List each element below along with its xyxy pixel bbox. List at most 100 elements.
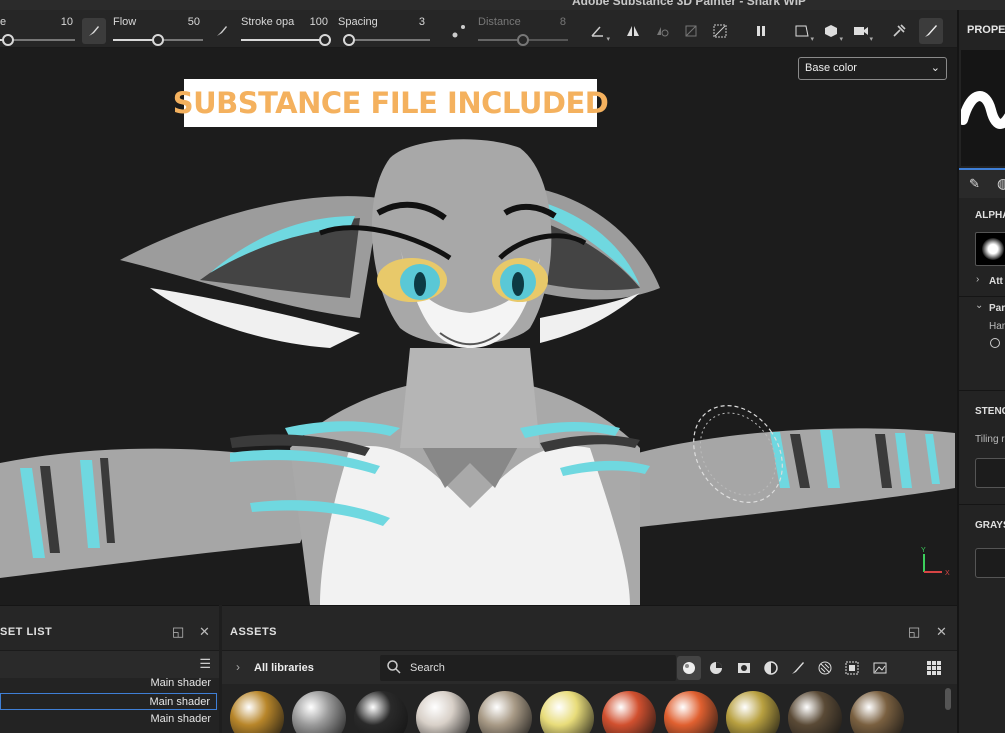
symmetry-settings-icon: [657, 27, 669, 37]
filter-masks-button[interactable]: [759, 656, 783, 680]
size-value[interactable]: 10: [43, 16, 73, 28]
texture-set-list-title: SET LIST: [0, 626, 53, 638]
3d-viewport[interactable]: SUBSTANCE FILE INCLUDED Base color ⌄ Y X: [0, 48, 957, 605]
red-rubber-material[interactable]: [602, 691, 656, 733]
assets-scrollbar[interactable]: [945, 688, 951, 710]
stroke-opacity-value[interactable]: 100: [298, 16, 328, 28]
flow-value[interactable]: 50: [170, 16, 200, 28]
assets-toolbar: › All libraries Search: [222, 650, 957, 684]
spacing-value[interactable]: 3: [395, 16, 425, 28]
texture-set-row[interactable]: Main shader: [0, 675, 217, 692]
material-tab-icon[interactable]: ◍: [997, 175, 1005, 192]
divider: [959, 296, 1005, 297]
stroke-opacity-pressure-button[interactable]: [210, 18, 234, 44]
filter-grunges-button[interactable]: [840, 656, 864, 680]
size-slider-knob[interactable]: [1, 34, 14, 46]
leaf-material[interactable]: [416, 691, 470, 733]
banner-text: SUBSTANCE FILE INCLUDED: [172, 86, 609, 120]
flow-pressure-button[interactable]: [82, 18, 106, 44]
library-selector[interactable]: All libraries: [254, 662, 314, 674]
texture-set-row[interactable]: Main shader: [0, 711, 217, 728]
attributes-section[interactable]: Att: [989, 276, 1003, 287]
properties-title: PROPER: [967, 24, 1005, 36]
assets-panel: ASSETS ◱ ✕ › All libraries Search: [222, 605, 957, 733]
undock-icon[interactable]: ◱: [908, 624, 920, 640]
channel-select[interactable]: Base color ⌄: [798, 57, 947, 80]
bronze-material[interactable]: [230, 691, 284, 733]
filter-environments-button[interactable]: [868, 656, 892, 680]
wood-material[interactable]: [850, 691, 904, 733]
texture-set-row-selected[interactable]: Main shader: [0, 693, 217, 710]
chevron-right-icon[interactable]: ›: [236, 660, 240, 674]
stroke-opacity-slider-knob[interactable]: [319, 34, 331, 46]
black-plastic-material[interactable]: [354, 691, 408, 733]
parameters-section[interactable]: Par: [989, 303, 1005, 314]
tools-icon: [893, 24, 906, 37]
masks-filter-icon: [764, 661, 778, 675]
brush-toolbar: e 10 Flow 50 Stroke opa 100 Spacing 3 Di…: [0, 10, 957, 48]
close-icon[interactable]: ✕: [199, 624, 210, 640]
filter-textures-button[interactable]: [732, 656, 756, 680]
substance-file-banner: SUBSTANCE FILE INCLUDED: [173, 79, 609, 127]
bark-material[interactable]: [788, 691, 842, 733]
camera-icon: [854, 27, 868, 35]
occlusion-icon: [713, 24, 727, 38]
symmetry-button[interactable]: [621, 18, 645, 44]
search-icon: [387, 660, 401, 674]
stencil-section-title: STENC: [975, 406, 1005, 417]
filter-brushes-button[interactable]: [786, 656, 810, 680]
transform-button[interactable]: [679, 18, 703, 44]
orange-paint-material[interactable]: [664, 691, 718, 733]
gold-material[interactable]: [726, 691, 780, 733]
search-placeholder: Search: [410, 662, 445, 674]
grayscale-slot[interactable]: [975, 548, 1005, 578]
brush-tab-icon[interactable]: ✎: [969, 176, 980, 192]
stroke-opacity-label: Stroke opa: [241, 16, 295, 28]
spacing-label: Spacing: [338, 16, 378, 28]
undock-icon[interactable]: ◱: [172, 624, 184, 640]
grid-view-icon: [927, 661, 941, 675]
asset-search-input[interactable]: Search: [380, 655, 676, 681]
distance-value[interactable]: 8: [536, 16, 566, 28]
flow-slider-knob[interactable]: [152, 34, 164, 46]
alignment-icon: [591, 26, 603, 37]
lazy-mouse-button[interactable]: [447, 18, 471, 44]
stencil-slot[interactable]: [975, 458, 1005, 488]
size-slider[interactable]: [0, 34, 75, 46]
brush-stroke-preview: [959, 50, 1005, 166]
symmetry-settings-button[interactable]: [650, 18, 674, 44]
texture-set-toolbar: ☰: [0, 650, 219, 678]
chrome-material[interactable]: [292, 691, 346, 733]
close-icon[interactable]: ✕: [936, 624, 947, 640]
alignment-button[interactable]: ▾: [586, 18, 610, 44]
chevron-right-icon[interactable]: ›: [976, 274, 979, 285]
hardness-slider-knob[interactable]: [990, 338, 1000, 348]
shark-character-model[interactable]: [0, 48, 957, 605]
spacing-slider[interactable]: [342, 34, 430, 46]
stone-material[interactable]: [478, 691, 532, 733]
shader-label: Main shader: [150, 713, 211, 725]
stroke-opacity-slider[interactable]: [241, 34, 331, 46]
chevron-down-icon[interactable]: ⌄: [975, 300, 983, 311]
display-mode-button[interactable]: ▾: [819, 18, 843, 44]
bake-button[interactable]: [887, 18, 911, 44]
lazy-mouse-icon: [452, 25, 465, 38]
flow-slider[interactable]: [113, 34, 203, 46]
filter-alphas-button[interactable]: [813, 656, 837, 680]
filter-materials-button[interactable]: [677, 656, 701, 680]
filter-smart-materials-button[interactable]: [704, 656, 728, 680]
list-settings-icon[interactable]: ☰: [199, 656, 211, 672]
grunges-filter-icon: [845, 661, 859, 675]
paint-mode-button[interactable]: [919, 18, 943, 44]
grid-view-button[interactable]: [922, 656, 946, 680]
substance-painter-window: Adobe Substance 3D Painter - Shark WIP e…: [0, 0, 1005, 733]
camera-button[interactable]: ▾: [849, 18, 873, 44]
yellow-paint-material[interactable]: [540, 691, 594, 733]
alpha-thumbnail[interactable]: [975, 232, 1005, 266]
distance-slider[interactable]: [478, 34, 568, 46]
pause-button[interactable]: [749, 18, 773, 44]
distance-slider-knob[interactable]: [517, 34, 529, 46]
occlusion-button[interactable]: [708, 18, 732, 44]
spacing-slider-knob[interactable]: [342, 34, 355, 46]
view-2d3d-button[interactable]: ▾: [790, 18, 814, 44]
